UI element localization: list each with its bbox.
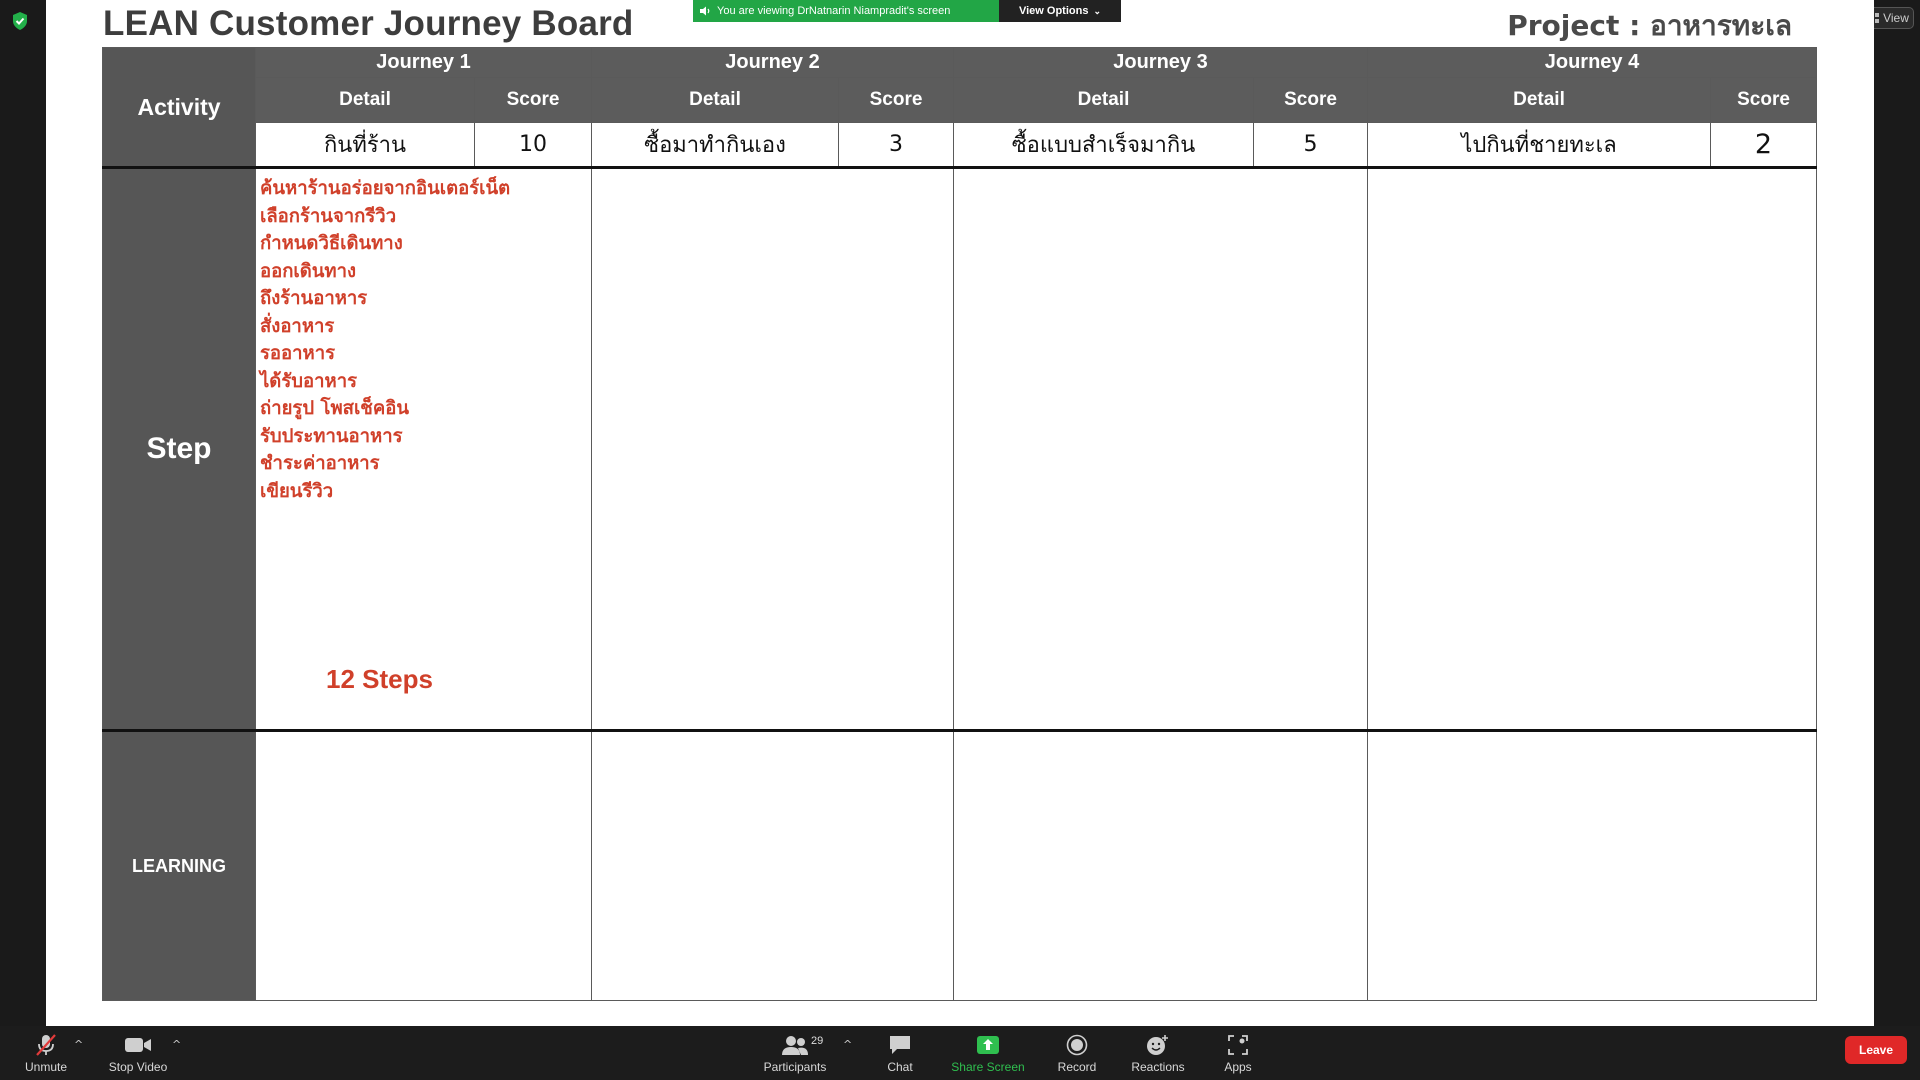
participants-label: Participants bbox=[763, 1059, 827, 1074]
unmute-button[interactable]: Unmute bbox=[16, 1026, 76, 1080]
journey-3-learning-cell bbox=[953, 729, 1368, 1001]
journey-2-score: 3 bbox=[838, 122, 954, 168]
meeting-toolbar: Unmute ^ Stop Video ^ Participants 29 ^ bbox=[0, 1026, 1920, 1080]
shared-screen-slide: LEAN Customer Journey Board Project : อา… bbox=[46, 0, 1874, 1026]
journey-1-step-list: ค้นหาร้านอร่อยจากอินเตอร์เน็ต เลือกร้านจ… bbox=[260, 175, 591, 505]
audio-options-caret-icon[interactable]: ^ bbox=[74, 1038, 83, 1051]
journey-3-header: Journey 3 bbox=[953, 47, 1368, 78]
chat-label: Chat bbox=[887, 1059, 913, 1074]
journey-2-learning-cell bbox=[591, 729, 954, 1001]
step-item: รออาหาร bbox=[260, 343, 336, 364]
reactions-button[interactable]: Reactions bbox=[1130, 1026, 1186, 1080]
step-item: เขียนรีวิว bbox=[260, 480, 334, 502]
step-item: ถ่ายรูป โพสเช็คอิน bbox=[260, 398, 409, 419]
share-screen-icon bbox=[977, 1035, 999, 1054]
journey-2-steps-cell bbox=[591, 166, 954, 731]
record-button[interactable]: Record bbox=[1055, 1026, 1099, 1080]
step-item: ออกเดินทาง bbox=[260, 260, 357, 282]
journey-board-table: Activity Journey 1 Journey 2 Journey 3 J… bbox=[102, 47, 1817, 1001]
security-shield-icon[interactable] bbox=[11, 11, 29, 31]
apps-button[interactable]: Apps bbox=[1220, 1026, 1256, 1080]
share-screen-button[interactable]: Share Screen bbox=[950, 1026, 1026, 1080]
journey-1-steps-cell: ค้นหาร้านอร่อยจากอินเตอร์เน็ต เลือกร้านจ… bbox=[255, 166, 592, 731]
chevron-down-icon: ⌄ bbox=[1093, 5, 1102, 16]
stop-video-label: Stop Video bbox=[108, 1059, 168, 1074]
participants-count: 29 bbox=[811, 1035, 824, 1047]
journey-1-learning-cell bbox=[255, 729, 592, 1001]
participants-icon bbox=[782, 1035, 808, 1055]
speaker-icon bbox=[700, 6, 710, 16]
journey-1-detail-header: Detail bbox=[255, 77, 475, 123]
journey-1-header: Journey 1 bbox=[255, 47, 592, 78]
journey-4-steps-cell bbox=[1367, 166, 1817, 731]
unmute-label: Unmute bbox=[24, 1059, 68, 1074]
journey-3-score-header: Score bbox=[1253, 77, 1368, 123]
right-strip: View bbox=[1864, 0, 1920, 1026]
journey-2-score-header: Score bbox=[838, 77, 954, 123]
view-options-button[interactable]: View Options ⌄ bbox=[999, 0, 1121, 22]
step-item: เลือกร้านจากรีวิว bbox=[260, 205, 397, 227]
step-item: ถึงร้านอาหาร bbox=[260, 288, 368, 309]
record-label: Record bbox=[1057, 1059, 1097, 1074]
learning-row-label: LEARNING bbox=[102, 729, 256, 1001]
journey-1-score-header: Score bbox=[474, 77, 592, 123]
step-item: ชำระค่าอาหาร bbox=[260, 453, 380, 474]
stop-video-button[interactable]: Stop Video bbox=[104, 1026, 172, 1080]
chat-button[interactable]: Chat bbox=[880, 1026, 920, 1080]
board-title: LEAN Customer Journey Board bbox=[103, 4, 634, 43]
journey-3-steps-cell bbox=[953, 166, 1368, 731]
journey-2-detail: ซื้อมาทำกินเอง bbox=[591, 122, 839, 168]
journey-1-steps-total: 12 Steps bbox=[326, 664, 433, 694]
apps-label: Apps bbox=[1224, 1059, 1252, 1074]
muted-microphone-icon bbox=[36, 1033, 56, 1056]
step-item: สั่งอาหาร bbox=[260, 315, 335, 337]
journey-4-score-header: Score bbox=[1710, 77, 1817, 123]
chat-bubble-icon bbox=[890, 1035, 910, 1054]
smiley-reaction-icon bbox=[1147, 1034, 1168, 1055]
apps-icon bbox=[1228, 1034, 1248, 1055]
left-strip bbox=[0, 0, 46, 1026]
activity-row-label: Activity bbox=[102, 47, 256, 168]
view-options-label: View Options bbox=[1018, 5, 1089, 17]
step-item: รับประทานอาหาร bbox=[260, 425, 403, 447]
step-item: กำหนดวิธีเดินทาง bbox=[260, 233, 403, 254]
journey-3-detail-header: Detail bbox=[953, 77, 1254, 123]
journey-3-detail: ซื้อแบบสำเร็จมากิน bbox=[953, 122, 1254, 168]
journey-3-score: 5 bbox=[1253, 122, 1368, 168]
participants-options-caret-icon[interactable]: ^ bbox=[843, 1038, 852, 1051]
video-options-caret-icon[interactable]: ^ bbox=[172, 1038, 181, 1051]
journey-1-score: 10 bbox=[474, 122, 592, 168]
video-camera-icon bbox=[125, 1037, 151, 1052]
journey-4-detail: ไปกินที่ชายทะเล bbox=[1367, 122, 1711, 168]
share-screen-label: Share Screen bbox=[951, 1059, 1025, 1074]
step-item: ค้นหาร้านอร่อยจากอินเตอร์เน็ต bbox=[260, 178, 511, 199]
journey-2-detail-header: Detail bbox=[591, 77, 839, 123]
leave-button[interactable]: Leave bbox=[1845, 1036, 1907, 1064]
journey-4-header: Journey 4 bbox=[1367, 47, 1817, 78]
journey-1-detail: กินที่ร้าน bbox=[255, 122, 475, 168]
journey-2-header: Journey 2 bbox=[591, 47, 954, 78]
journey-4-learning-cell bbox=[1367, 729, 1817, 1001]
viewing-notice-text: You are viewing DrNatnarin Niampradit's … bbox=[717, 5, 951, 17]
reactions-label: Reactions bbox=[1131, 1059, 1185, 1074]
record-icon bbox=[1066, 1034, 1088, 1055]
step-row-label: Step bbox=[102, 166, 256, 731]
journey-4-detail-header: Detail bbox=[1367, 77, 1711, 123]
view-button-label: View bbox=[1883, 11, 1909, 25]
project-label: Project : อาหารทะเล bbox=[1507, 9, 1792, 42]
step-item: ได้รับอาหาร bbox=[260, 370, 358, 392]
viewing-notice: You are viewing DrNatnarin Niampradit's … bbox=[693, 0, 999, 22]
journey-4-score: 2 bbox=[1710, 122, 1817, 168]
screen-share-banner: You are viewing DrNatnarin Niampradit's … bbox=[693, 0, 1121, 22]
